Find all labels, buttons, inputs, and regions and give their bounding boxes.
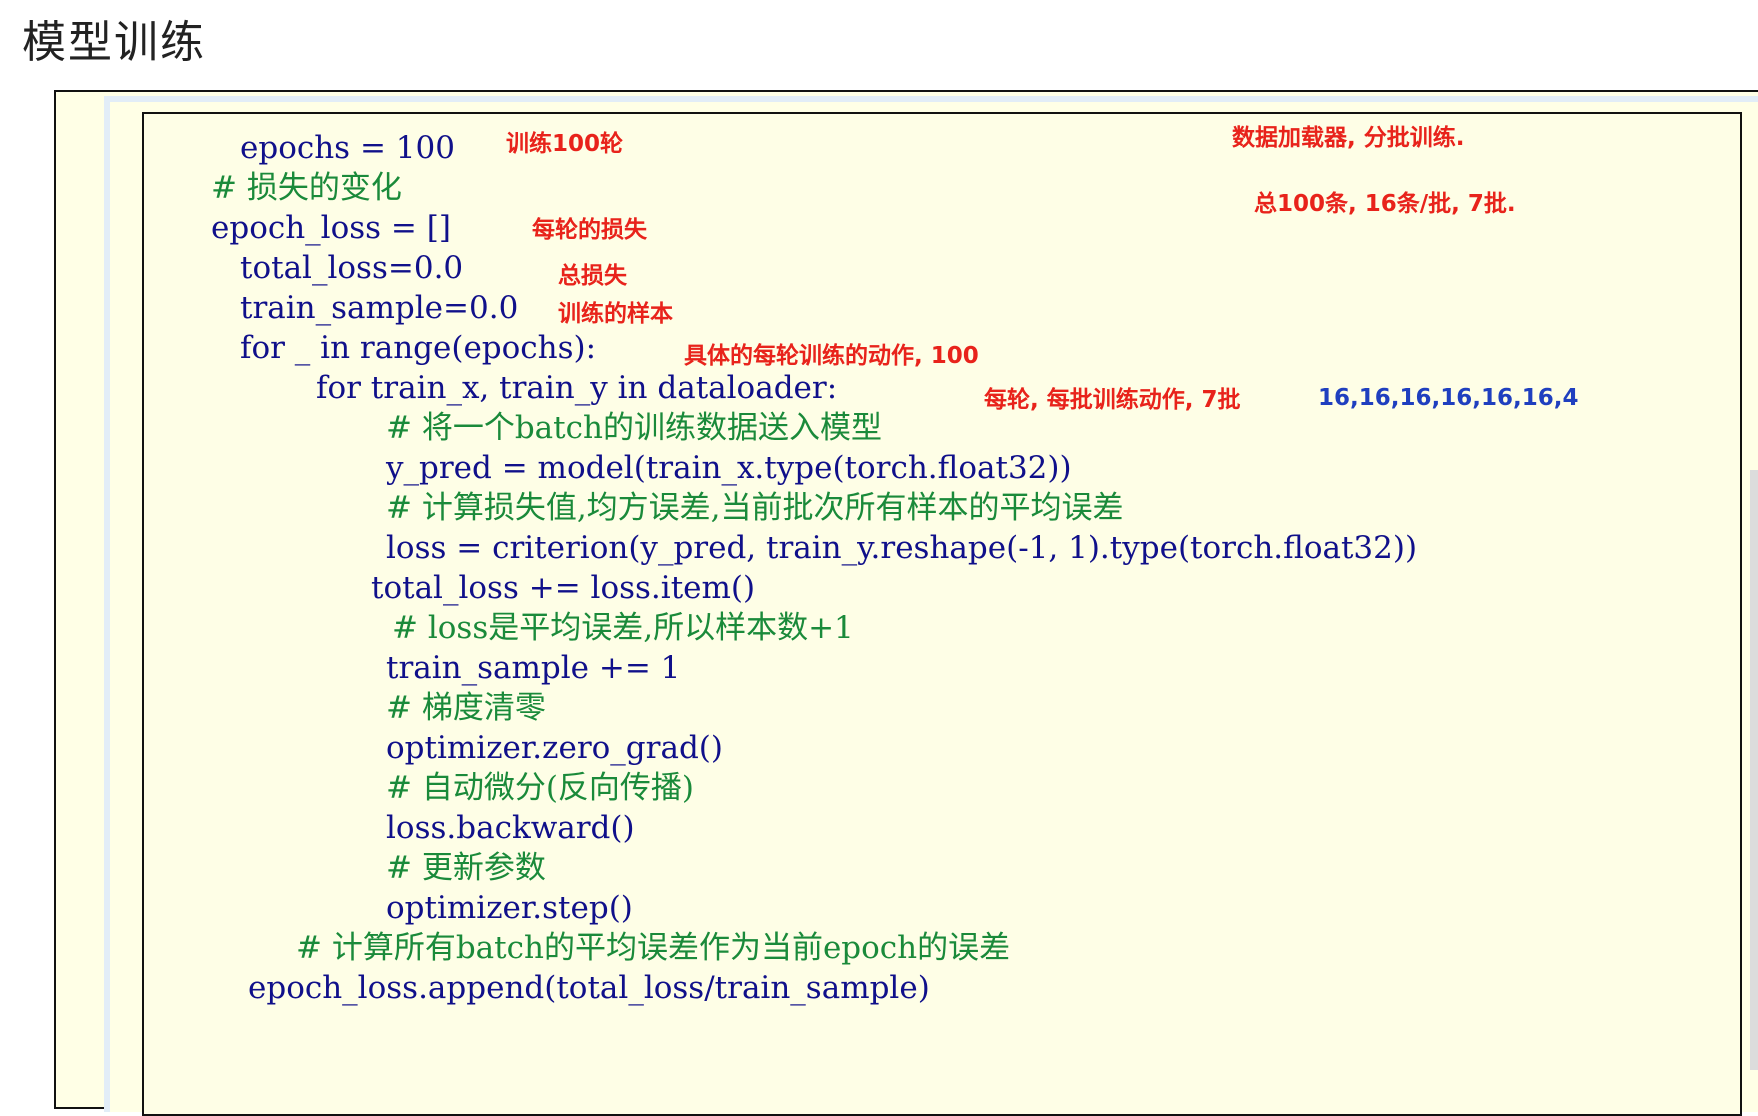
code-comment-epoch-error: # 计算所有batch的平均误差作为当前epoch的误差 [296, 930, 1011, 966]
code-comment-mse: # 计算损失值,均方误差,当前批次所有样本的平均误差 [386, 490, 1124, 526]
note-batch-count: 总100条, 16条/批, 7批. [1254, 191, 1516, 217]
note-epochs: 训练100轮 [506, 131, 624, 157]
code-line-zero-grad: optimizer.zero_grad() [386, 730, 723, 766]
code-line-for-dataloader: for train_x, train_y in dataloader: [316, 370, 838, 406]
code-comment-update: # 更新参数 [386, 850, 546, 886]
code-line-append: epoch_loss.append(total_loss/train_sampl… [248, 970, 930, 1006]
code-line-total-loss-init: total_loss=0.0 [240, 250, 464, 286]
code-line-train-sample-add: train_sample += 1 [386, 650, 681, 686]
code-comment-batch: # 将一个batch的训练数据送入模型 [386, 410, 882, 446]
code-line-for-epochs: for _ in range(epochs): [240, 330, 597, 366]
note-total-loss: 总损失 [558, 263, 627, 289]
code-comment-sample-count: # loss是平均误差,所以样本数+1 [392, 610, 854, 646]
note-batch-sizes: 16,16,16,16,16,16,4 [1318, 385, 1579, 411]
code-line-total-loss-add: total_loss += loss.item() [371, 570, 756, 606]
code-line-train-sample-init: train_sample=0.0 [240, 290, 519, 326]
code-line-backward: loss.backward() [386, 810, 635, 846]
code-line-y-pred: y_pred = model(train_x.type(torch.float3… [386, 450, 1072, 486]
code-comment-backward: # 自动微分(反向传播) [386, 770, 695, 806]
code-comment-loss-change: # 损失的变化 [211, 170, 402, 206]
note-epoch-loss: 每轮的损失 [532, 217, 647, 243]
scrollbar[interactable] [1750, 470, 1758, 1070]
note-dataloader: 数据加载器, 分批训练. [1232, 125, 1465, 151]
code-line-step: optimizer.step() [386, 890, 633, 926]
code-comment-zero-grad: # 梯度清零 [386, 690, 546, 726]
page-title: 模型训练 [22, 17, 206, 68]
code-line-loss: loss = criterion(y_pred, train_y.reshape… [386, 530, 1418, 566]
note-for-epochs: 具体的每轮训练的动作, 100 [684, 343, 979, 369]
code-line-epoch-loss: epoch_loss = [] [211, 210, 451, 246]
note-for-batches: 每轮, 每批训练动作, 7批 [984, 387, 1241, 413]
code-block: epochs = 100 # 损失的变化 epoch_loss = [] tot… [142, 112, 1742, 1116]
note-train-sample: 训练的样本 [558, 301, 673, 327]
code-line-epochs: epochs = 100 [240, 130, 455, 166]
